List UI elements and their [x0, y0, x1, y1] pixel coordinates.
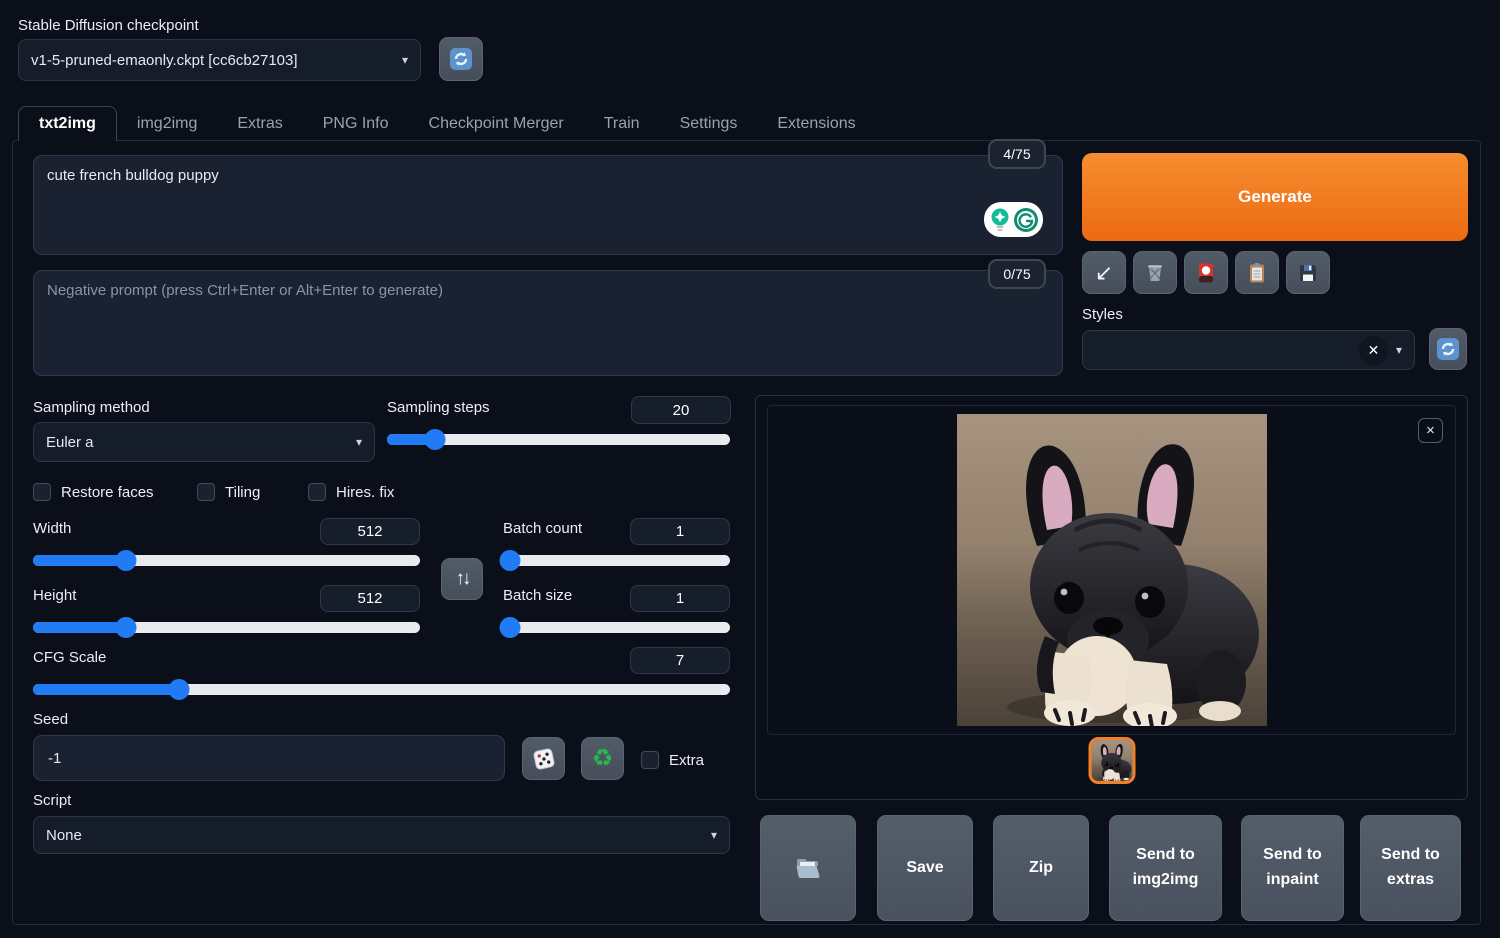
grammarly-widget[interactable] — [984, 202, 1043, 237]
checkpoint-refresh-button[interactable] — [439, 37, 483, 81]
tab-img2img[interactable]: img2img — [117, 107, 217, 141]
txt2img-panel — [12, 140, 1481, 925]
tab-checkpoint-merger[interactable]: Checkpoint Merger — [409, 107, 584, 141]
tab-png-info[interactable]: PNG Info — [303, 107, 409, 141]
prompt-token-counter: 4/75 — [988, 139, 1046, 169]
tab-train[interactable]: Train — [584, 107, 660, 141]
prompt-input[interactable]: cute french bulldog puppy — [33, 155, 1063, 255]
checkpoint-dropdown[interactable]: v1-5-pruned-emaonly.ckpt [cc6cb27103] ▾ — [18, 39, 421, 81]
checkpoint-label: Stable Diffusion checkpoint — [18, 17, 199, 34]
stable-diffusion-webui: Stable Diffusion checkpoint v1-5-pruned-… — [0, 0, 1500, 938]
refresh-icon — [449, 47, 473, 71]
lightbulb-icon — [991, 208, 1008, 231]
tab-extras[interactable]: Extras — [217, 107, 302, 141]
grammarly-icon — [1013, 207, 1038, 232]
negative-prompt-input[interactable] — [33, 270, 1063, 376]
token-count-text: 0/75 — [1003, 266, 1031, 282]
tab-extensions[interactable]: Extensions — [757, 107, 875, 141]
tab-txt2img[interactable]: txt2img — [18, 106, 117, 142]
chevron-down-icon: ▾ — [401, 53, 408, 67]
main-tabs: txt2img img2img Extras PNG Info Checkpoi… — [18, 103, 876, 142]
tab-settings[interactable]: Settings — [660, 107, 758, 141]
negative-token-counter: 0/75 — [988, 259, 1046, 289]
checkpoint-value: v1-5-pruned-emaonly.ckpt [cc6cb27103] — [31, 51, 298, 69]
token-count-text: 4/75 — [1003, 146, 1031, 162]
